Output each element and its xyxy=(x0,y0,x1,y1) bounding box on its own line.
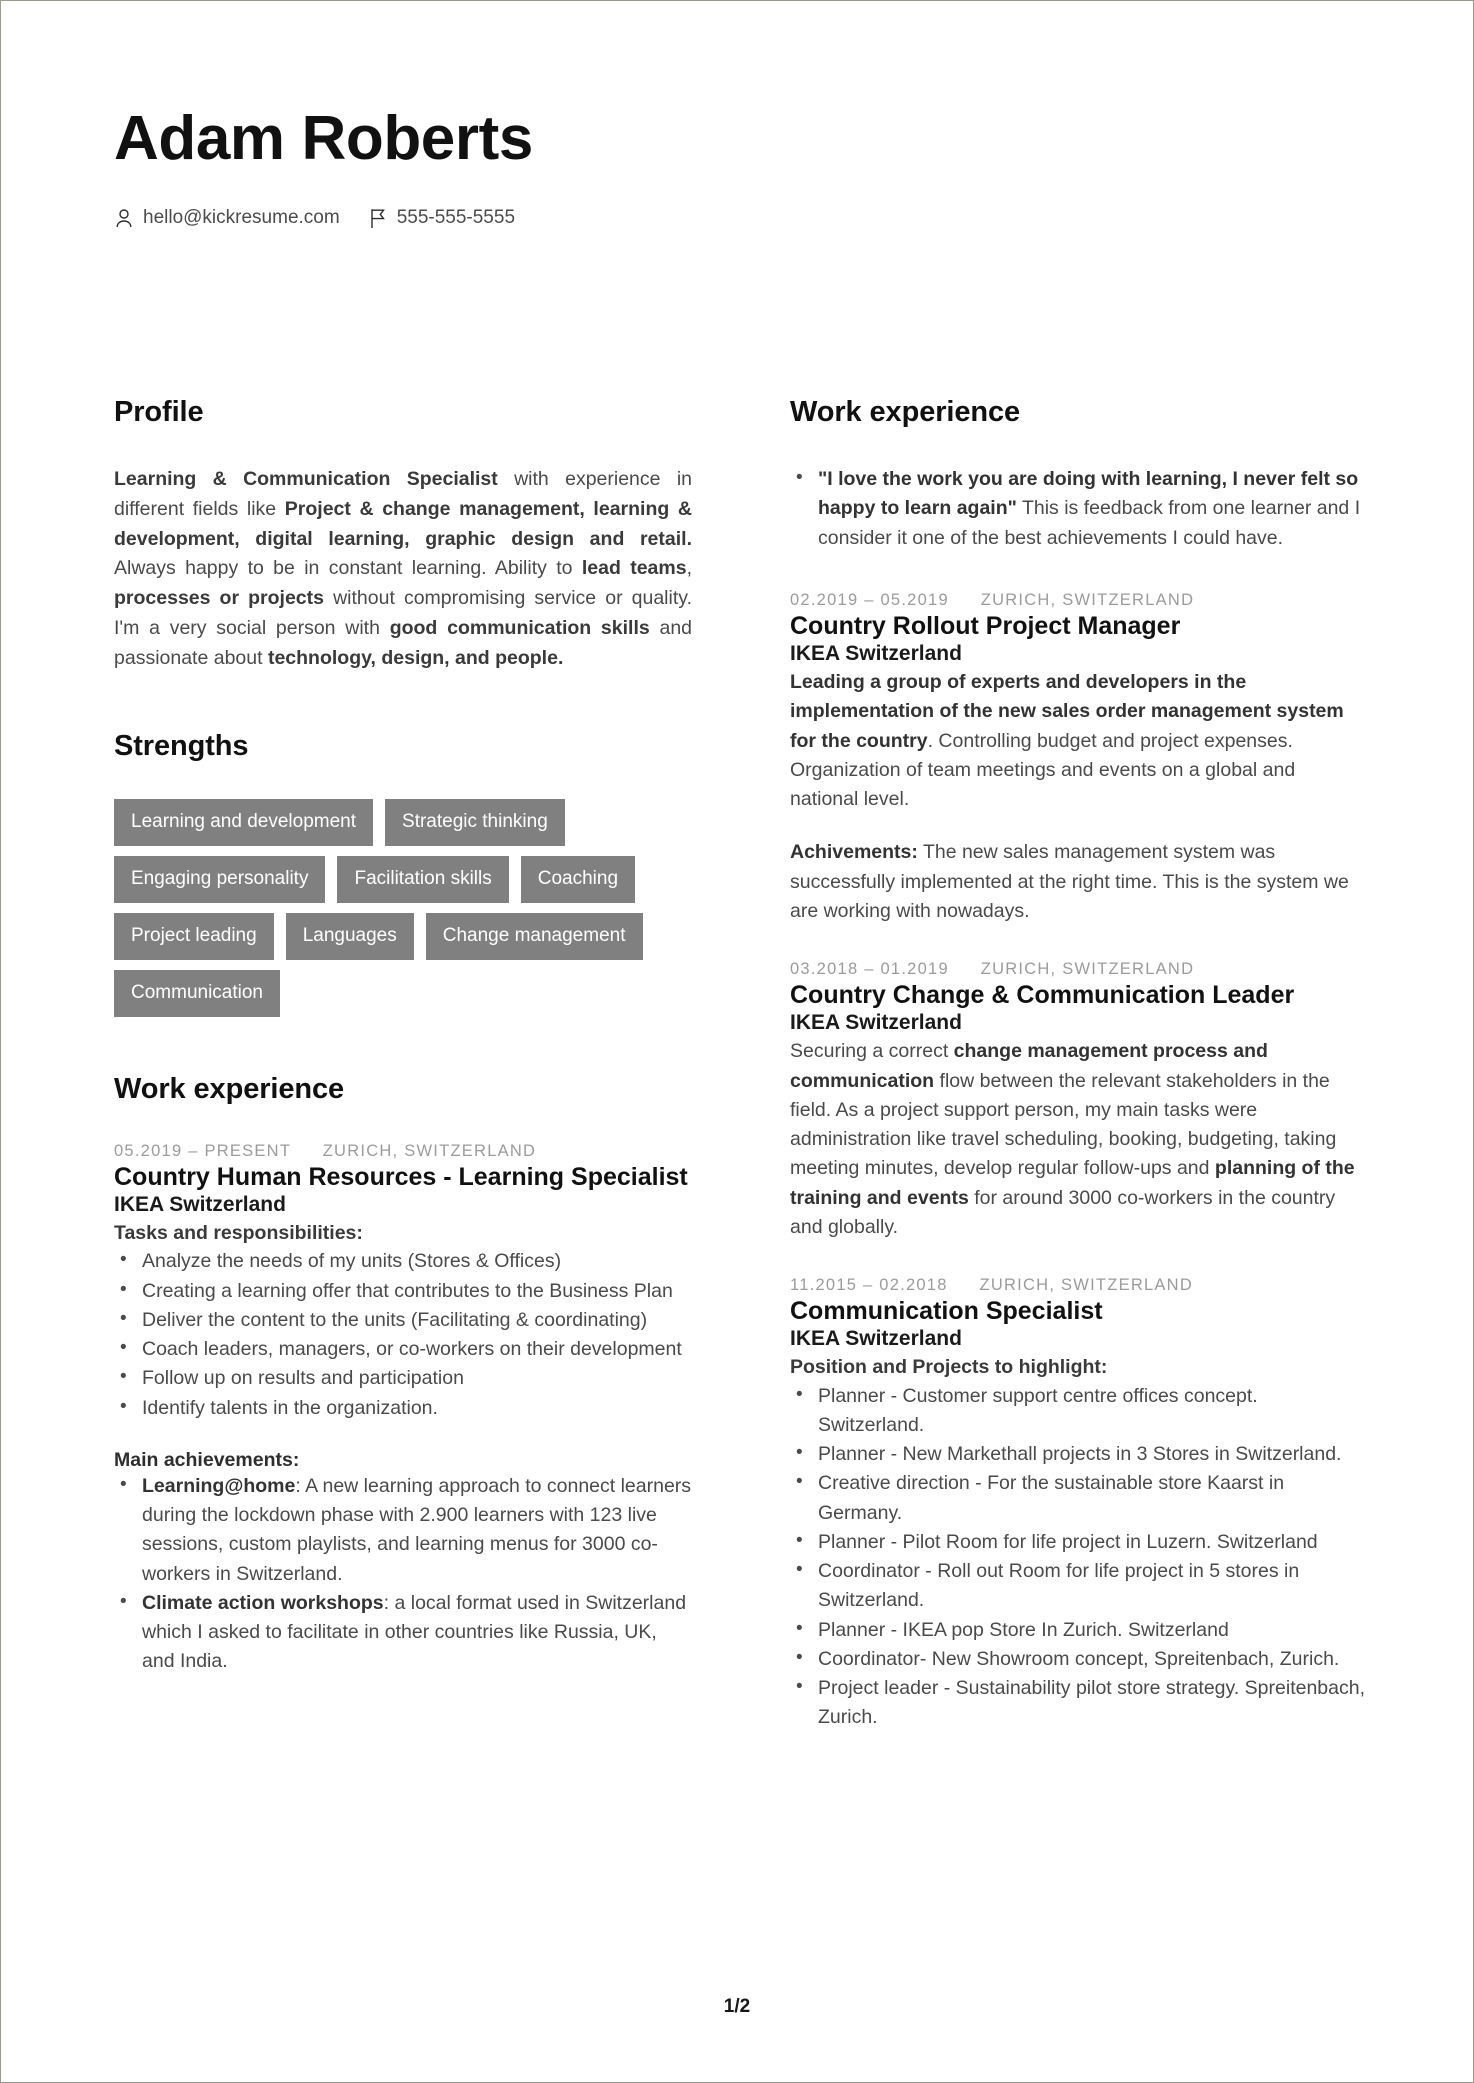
job-dates: 02.2019 – 05.2019 xyxy=(790,590,949,609)
job-location: ZURICH, SWITZERLAND xyxy=(980,960,1195,978)
section-work-experience-left: Work experience 05.2019 – PRESENT ZURICH… xyxy=(114,1073,692,1677)
strength-tag: Engaging personality xyxy=(114,855,326,903)
job-title: Communication Specialist xyxy=(790,1297,1103,1325)
job-title: Country Human Resources - Learning Speci… xyxy=(114,1162,688,1191)
list-item: Identify talents in the organization. xyxy=(114,1393,692,1423)
job-entry: 02.2019 – 05.2019 ZURICH, SWITZERLAND Co… xyxy=(790,591,1368,926)
job-location: ZURICH, SWITZERLAND xyxy=(322,1141,537,1160)
job-company: IKEA Switzerland xyxy=(114,1192,286,1216)
job-location: ZURICH, SWITZERLAND xyxy=(980,590,1195,609)
section-strengths: Strengths Learning and development Strate… xyxy=(114,730,692,1017)
job-entry: 05.2019 – PRESENT ZURICH, SWITZERLAND Co… xyxy=(114,1142,692,1677)
list-item: Planner - Pilot Room for life project in… xyxy=(790,1527,1368,1557)
work-experience-heading-right: Work experience xyxy=(790,396,1021,428)
list-item: Planner - IKEA pop Store In Zurich. Swit… xyxy=(790,1615,1368,1645)
strengths-tag-list: Learning and development Strategic thinki… xyxy=(114,798,644,1017)
list-item: Learning@home: A new learning approach t… xyxy=(114,1471,692,1589)
resume-body: Profile Learning & Communication Special… xyxy=(114,396,1369,1733)
job-title: Country Change & Communication Leader xyxy=(790,981,1295,1009)
right-column: Work experience "I love the work you are… xyxy=(790,396,1368,1733)
section-profile: Profile Learning & Communication Special… xyxy=(114,396,692,674)
job-subheading: Position and Projects to highlight: xyxy=(790,1356,1108,1379)
job-meta: 02.2019 – 05.2019 ZURICH, SWITZERLAND xyxy=(790,591,1368,610)
contact-line: hello@kickresume.com 555-555-5555 xyxy=(114,207,1364,229)
job-bullets: Analyze the needs of my units (Stores & … xyxy=(114,1246,692,1423)
job-subheading: Tasks and responsibilities: xyxy=(114,1222,363,1245)
strength-tag: Languages xyxy=(285,912,414,960)
job-dates: 05.2019 – PRESENT xyxy=(114,1141,291,1160)
person-icon xyxy=(114,207,134,229)
strength-tag: Coaching xyxy=(520,855,636,903)
list-item: Coach leaders, managers, or co-workers o… xyxy=(114,1334,692,1364)
job-dates: 03.2018 – 01.2019 xyxy=(790,960,949,978)
job-company: IKEA Switzerland xyxy=(790,1327,962,1350)
list-item: Climate action workshops: a local format… xyxy=(114,1588,692,1677)
work-experience-heading-left: Work experience xyxy=(114,1072,345,1105)
flag-icon xyxy=(368,207,388,229)
section-work-experience-right: Work experience "I love the work you are… xyxy=(790,396,1368,1733)
list-item: Planner - New Markethall projects in 3 S… xyxy=(790,1439,1368,1469)
list-item: Coordinator - Roll out Room for life pro… xyxy=(790,1556,1368,1616)
list-item: Coordinator- New Showroom concept, Sprei… xyxy=(790,1644,1368,1674)
left-column: Profile Learning & Communication Special… xyxy=(114,396,692,1733)
list-item: Creative direction - For the sustainable… xyxy=(790,1468,1368,1528)
page-number: 1/2 xyxy=(723,1996,751,2017)
achievements-heading: Main achievements: xyxy=(114,1448,300,1471)
list-item: Project leader - Sustainability pilot st… xyxy=(790,1673,1368,1733)
job-meta: 11.2015 – 02.2018 ZURICH, SWITZERLAND xyxy=(790,1276,1368,1295)
strength-tag: Strategic thinking xyxy=(385,798,565,846)
job-description: Leading a group of experts and developer… xyxy=(790,671,1344,810)
strength-tag: Project leading xyxy=(114,912,274,960)
job-location: ZURICH, SWITZERLAND xyxy=(979,1276,1194,1294)
job-meta: 03.2018 – 01.2019 ZURICH, SWITZERLAND xyxy=(790,960,1368,979)
job-achievements: Achivements: The new sales management sy… xyxy=(790,841,1349,922)
strength-tag: Learning and development xyxy=(114,798,374,846)
resume-page: Adam Roberts hello@kickresume.com 555-55… xyxy=(0,0,1474,2083)
testimonial-bullets: "I love the work you are doing with lear… xyxy=(790,464,1368,553)
profile-heading: Profile xyxy=(114,396,204,428)
contact-phone-value: 555-555-5555 xyxy=(396,207,516,229)
job-company: IKEA Switzerland xyxy=(790,641,962,665)
job-description: Securing a correct change management pro… xyxy=(790,1040,1355,1238)
job-entry: 11.2015 – 02.2018 ZURICH, SWITZERLAND Co… xyxy=(790,1276,1368,1733)
achievement-bullets: Learning@home: A new learning approach t… xyxy=(114,1471,692,1677)
job-company: IKEA Switzerland xyxy=(790,1011,962,1034)
job-meta: 05.2019 – PRESENT ZURICH, SWITZERLAND xyxy=(114,1142,692,1161)
resume-header: Adam Roberts hello@kickresume.com 555-55… xyxy=(114,106,1364,229)
list-item: Planner - Customer support centre office… xyxy=(790,1381,1368,1441)
list-item: Analyze the needs of my units (Stores & … xyxy=(114,1246,692,1276)
job-dates: 11.2015 – 02.2018 xyxy=(790,1276,948,1294)
contact-email[interactable]: hello@kickresume.com xyxy=(114,207,340,229)
strengths-heading: Strengths xyxy=(114,729,249,762)
contact-phone[interactable]: 555-555-5555 xyxy=(368,207,515,229)
list-item: Creating a learning offer that contribut… xyxy=(114,1276,692,1306)
strength-tag: Change management xyxy=(425,912,643,960)
job-title: Country Rollout Project Manager xyxy=(790,611,1181,640)
list-item: Deliver the content to the units (Facili… xyxy=(114,1305,692,1335)
page-title: Adam Roberts xyxy=(114,104,533,173)
list-item: "I love the work you are doing with lear… xyxy=(790,464,1368,553)
strength-tag: Facilitation skills xyxy=(337,855,509,903)
job-bullets: Planner - Customer support centre office… xyxy=(790,1381,1368,1733)
contact-email-value: hello@kickresume.com xyxy=(143,207,340,229)
list-item: Follow up on results and participation xyxy=(114,1363,692,1393)
profile-paragraph: Learning & Communication Specialist with… xyxy=(114,468,693,669)
job-entry: 03.2018 – 01.2019 ZURICH, SWITZERLAND Co… xyxy=(790,960,1368,1242)
strength-tag: Communication xyxy=(114,969,280,1017)
